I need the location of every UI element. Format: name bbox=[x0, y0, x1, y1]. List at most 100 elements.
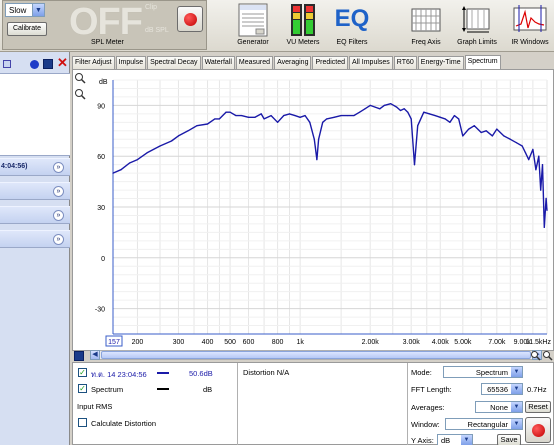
spectrum-data-point bbox=[528, 158, 530, 161]
spectrum-data-point bbox=[503, 135, 505, 137]
horizontal-scrollbar[interactable]: ◀ ▶ bbox=[90, 350, 542, 360]
chevron-down-icon: ▼ bbox=[461, 435, 472, 445]
spectrum-data-point bbox=[260, 113, 262, 115]
spectrum-data-point bbox=[276, 121, 279, 123]
spectrum-data-point bbox=[453, 114, 455, 117]
x-tick-label: 800 bbox=[272, 339, 284, 346]
spectrum-data-point bbox=[546, 209, 548, 211]
save-button[interactable]: Save bbox=[497, 434, 521, 445]
spectrum-data-point bbox=[540, 189, 542, 191]
mode-select[interactable]: Spectrum ▼ bbox=[443, 366, 523, 378]
zoom-in-icon[interactable] bbox=[530, 350, 541, 361]
spectrum-data-point bbox=[358, 111, 361, 113]
tab-rt60[interactable]: RT60 bbox=[393, 56, 417, 69]
graph-limits-icon bbox=[462, 6, 490, 33]
chevron-down-icon[interactable]: » bbox=[53, 210, 64, 221]
chevron-down-icon[interactable]: » bbox=[53, 162, 64, 173]
calculate-distortion-checkbox[interactable] bbox=[78, 418, 87, 427]
save-icon[interactable] bbox=[43, 59, 53, 69]
spectrum-data-point bbox=[247, 116, 250, 118]
spectrum-data-point bbox=[322, 121, 324, 123]
spectrum-data-point bbox=[535, 169, 537, 171]
vu-meters-button[interactable]: VU Meters bbox=[280, 0, 326, 52]
measurement-section[interactable]: 4:04:56) » bbox=[0, 158, 70, 176]
tab-impulse[interactable]: Impulse bbox=[115, 56, 147, 69]
spectrum-data-point bbox=[480, 131, 482, 134]
close-icon[interactable]: ✕ bbox=[57, 56, 68, 70]
freq-axis-button[interactable]: Freq Axis bbox=[404, 0, 448, 52]
generator-button[interactable]: Generator bbox=[228, 0, 278, 52]
panel-icon[interactable] bbox=[3, 60, 11, 68]
record-dot-icon[interactable] bbox=[30, 60, 39, 69]
spectrum-record-button[interactable] bbox=[525, 417, 551, 443]
control-panel: ✓ ท.ต. 14 23:04:56 50.6dB ✓ Spectrum dB … bbox=[72, 362, 554, 445]
spectrum-data-point bbox=[304, 114, 306, 117]
tab-predicted[interactable]: Predicted bbox=[312, 56, 349, 69]
spl-record-button[interactable] bbox=[177, 6, 203, 32]
tab-measured[interactable]: Measured bbox=[235, 56, 274, 69]
spectrum-graph[interactable]: dB 90 60 30 0 -30 157 200 300 400 500 600 800 1k 2.00k… bbox=[72, 69, 554, 351]
x-tick-label: 300 bbox=[173, 339, 185, 346]
spectrum-data-point bbox=[541, 164, 544, 166]
measurements-panel: ✕ 4:04:56) » » » » bbox=[0, 52, 70, 445]
dbspl-unit: dB SPL bbox=[145, 27, 169, 34]
spectrum-data-point bbox=[288, 113, 291, 115]
zoom-in-icon[interactable] bbox=[74, 72, 86, 84]
panel-section[interactable]: » bbox=[0, 206, 70, 224]
divider bbox=[407, 363, 408, 445]
y-tick-label: 0 bbox=[101, 256, 105, 263]
save-graph-icon[interactable] bbox=[74, 351, 84, 361]
spectrum-data-point bbox=[353, 114, 355, 117]
meter-speed-select[interactable]: Slow ▼ bbox=[5, 3, 45, 17]
spectrum-data-point bbox=[235, 114, 237, 117]
fft-length-select[interactable]: 65536 ▼ bbox=[481, 383, 523, 395]
fft-length-value: 65536 bbox=[487, 384, 508, 394]
tab-filter-adjust[interactable]: Filter Adjust bbox=[72, 56, 115, 69]
eq-filters-button[interactable]: EQ EQ Filters bbox=[328, 0, 376, 52]
panel-section[interactable]: » bbox=[0, 230, 70, 248]
calibrate-button[interactable]: Calibrate bbox=[7, 22, 47, 36]
spectrum-data-point bbox=[545, 197, 547, 200]
measurement-list bbox=[0, 73, 70, 156]
tab-spectrum[interactable]: Spectrum bbox=[464, 55, 501, 69]
scroll-left-arrow[interactable]: ◀ bbox=[90, 350, 100, 360]
averages-select[interactable]: None ▼ bbox=[475, 401, 523, 413]
spectrum-data-point bbox=[458, 118, 460, 120]
window-label: Window: bbox=[411, 420, 440, 429]
reset-button[interactable]: Reset bbox=[525, 401, 551, 413]
meter-speed-value: Slow bbox=[9, 5, 27, 15]
spectrum-data-point bbox=[187, 130, 189, 132]
main-toolbar: Slow ▼ Calibrate OFF Clip dB SPL SPL Met… bbox=[0, 0, 554, 52]
spectrum-data-point bbox=[369, 104, 371, 106]
chevron-down-icon[interactable]: » bbox=[53, 186, 64, 197]
divider bbox=[237, 363, 238, 445]
window-select[interactable]: Rectangular ▼ bbox=[445, 418, 523, 430]
ir-windows-button[interactable]: IR Windows bbox=[506, 0, 554, 52]
spectrum-data-point bbox=[390, 103, 392, 105]
y-tick-label: -30 bbox=[95, 307, 105, 314]
input-rms-label: Input RMS bbox=[77, 402, 113, 411]
spectrum-data-point bbox=[333, 116, 335, 118]
spectrum-data-point bbox=[374, 106, 376, 108]
tab-averaging[interactable]: Averaging bbox=[274, 56, 312, 69]
spectrum-plot[interactable]: dB9060300-30157 200 300 400 500 600 800 1k 2.00k… bbox=[73, 70, 553, 350]
spectrum-data-point bbox=[214, 118, 216, 120]
scroll-thumb[interactable] bbox=[101, 351, 531, 359]
tab-all-impulses[interactable]: All Impulses bbox=[349, 56, 393, 69]
zoom-out-icon[interactable] bbox=[74, 88, 86, 100]
legend-checkbox[interactable]: ✓ bbox=[78, 384, 87, 393]
spectrum-data-point bbox=[225, 111, 227, 113]
legend-checkbox[interactable]: ✓ bbox=[78, 368, 87, 377]
tab-spectral-decay[interactable]: Spectral Decay bbox=[147, 56, 201, 69]
spl-readout: OFF bbox=[69, 1, 143, 43]
spectrum-data-point bbox=[439, 116, 441, 118]
zoom-out-icon[interactable] bbox=[542, 350, 553, 361]
y-axis-select[interactable]: dB ▼ bbox=[437, 434, 473, 445]
spectrum-data-point bbox=[136, 158, 139, 161]
graph-limits-button[interactable]: Graph Limits bbox=[452, 0, 502, 52]
panel-section[interactable]: » bbox=[0, 182, 70, 200]
spectrum-data-point bbox=[491, 135, 493, 137]
tab-energy-time[interactable]: Energy-Time bbox=[417, 56, 464, 69]
tab-waterfall[interactable]: Waterfall bbox=[201, 56, 235, 69]
chevron-down-icon[interactable]: » bbox=[53, 234, 64, 245]
